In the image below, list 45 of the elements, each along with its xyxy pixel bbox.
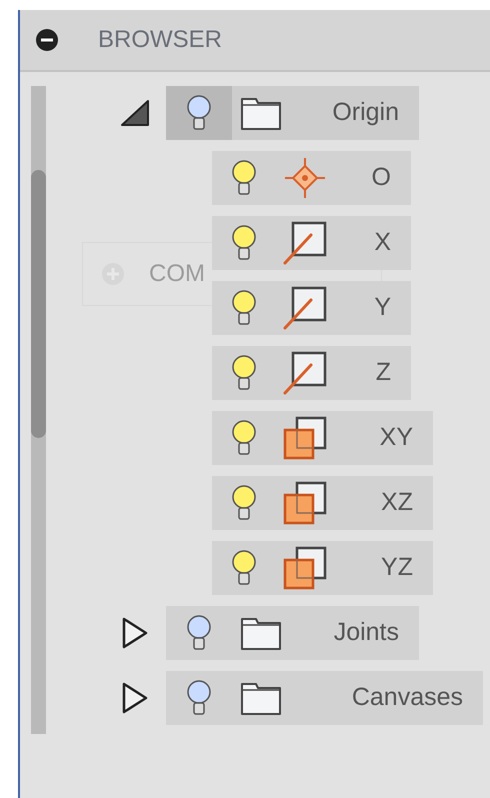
item-label: Canvases [352,682,463,714]
item-label: XY [380,422,413,454]
scrollbar-thumb[interactable] [31,170,46,438]
folder-icon [240,95,282,131]
point-icon [284,157,326,199]
faded-panel-title: COM [149,259,205,289]
axis-icon [283,221,327,265]
tree-item[interactable]: O [212,151,411,205]
plane-icon [283,481,327,525]
collapse-icon[interactable] [36,29,58,51]
lightbulb-icon [231,224,257,262]
item-label: Joints [334,617,399,648]
lightbulb-icon [186,679,212,717]
item-label: O [372,162,391,194]
tree-item[interactable]: Canvases [166,671,483,725]
lightbulb-icon [186,94,212,132]
item-label: Z [376,357,391,388]
item-label: YZ [381,552,413,584]
axis-icon [283,351,327,395]
plane-icon [283,416,327,460]
tree-item[interactable]: Origin [166,86,419,140]
plane-icon [283,546,327,590]
lightbulb-icon [231,549,257,587]
tree-item[interactable]: XY [212,411,433,465]
item-label: Origin [332,97,399,128]
item-label: Y [374,292,391,324]
lightbulb-icon [231,159,257,197]
lightbulb-icon [186,614,212,652]
tree-item[interactable]: XZ [212,476,433,530]
item-label: XZ [381,487,413,518]
tree-item[interactable]: X [212,216,411,270]
axis-icon [283,286,327,330]
lightbulb-icon [231,354,257,392]
lightbulb-icon [231,419,257,457]
lightbulb-icon [231,289,257,327]
tree-item[interactable]: Y [212,281,411,335]
folder-icon [240,680,282,716]
lightbulb-icon [231,484,257,522]
tree-item[interactable]: Z [212,346,411,400]
panel-title: BROWSER [98,25,222,55]
collapse-arrow-icon[interactable] [120,97,152,129]
tree-item[interactable]: Joints [166,606,419,660]
item-label: X [374,227,391,258]
folder-icon [240,615,282,651]
tree-item[interactable]: YZ [212,541,433,595]
